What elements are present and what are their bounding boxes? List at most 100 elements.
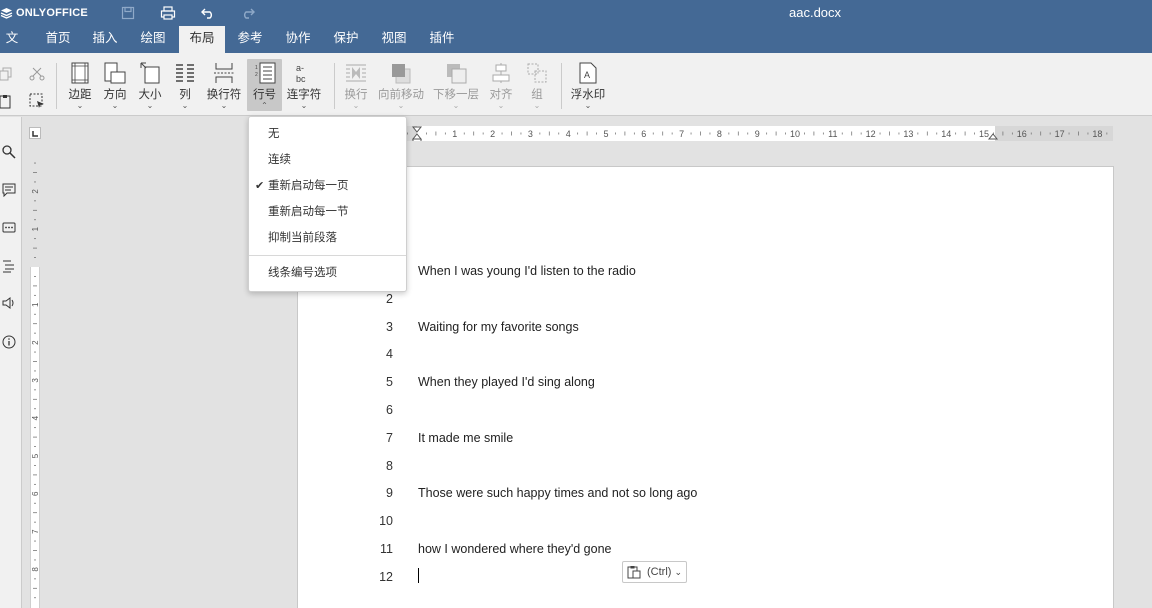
select-icon — [29, 93, 44, 108]
tab-file[interactable]: 文件 — [0, 26, 24, 70]
ruler-tick-label: 7 — [679, 129, 684, 139]
chevron-down-icon: ⌄ — [352, 101, 360, 110]
breaks-button[interactable]: 换行符 ⌄ — [205, 61, 243, 111]
chevron-down-icon: ⌄ — [76, 101, 84, 110]
columns-icon — [176, 64, 194, 82]
hyphenation-icon: a-bc — [296, 63, 306, 84]
ruler-tick-label: 4 — [566, 129, 571, 139]
paste-special-button[interactable]: (Ctrl) ⌄ — [622, 561, 687, 583]
send-backward-button[interactable]: 下移一层 ⌄ — [432, 61, 480, 111]
tab-layout[interactable]: 布局 — [179, 26, 225, 53]
chat-icon — [2, 222, 16, 233]
line-number: 5 — [386, 375, 393, 389]
document-line[interactable]: When they played I'd sing along — [418, 375, 595, 389]
document-line[interactable]: When I was young I'd listen to the radio — [418, 264, 636, 278]
chevron-down-icon: ⌄ — [146, 101, 154, 110]
text-cursor — [418, 568, 419, 583]
vertical-ruler-ticks: 2 1 1 2 3 4 5 6 7 8 — [31, 162, 40, 599]
svg-text:1: 1 — [255, 65, 258, 71]
tab-collaboration[interactable]: 协作 — [282, 26, 314, 53]
hyphenation-button[interactable]: a-bc 连字符 ⌄ — [286, 61, 322, 111]
cut-button[interactable] — [27, 65, 47, 83]
menu-item-restart-each-page[interactable]: ✔ 重新启动每一页 — [249, 175, 406, 197]
search-button[interactable] — [0, 143, 18, 161]
menu-item-label: 重新启动每一节 — [268, 206, 349, 218]
tab-view[interactable]: 视图 — [378, 26, 410, 53]
tab-plugins[interactable]: 插件 — [426, 26, 458, 53]
chevron-down-icon: ⌄ — [584, 101, 592, 110]
bring-forward-label: 向前移动 — [378, 89, 424, 101]
ruler-tick-label: 13 — [903, 129, 913, 139]
paste-button[interactable] — [0, 92, 16, 110]
align-label: 对齐 — [489, 89, 513, 101]
tab-insert[interactable]: 插入 — [89, 26, 121, 53]
menu-item-line-numbering-options[interactable]: 线条编号选项 — [249, 262, 406, 284]
menu-item-restart-each-section[interactable]: 重新启动每一节 — [249, 201, 406, 223]
size-button[interactable]: 大小 ⌄ — [136, 61, 164, 111]
ruler-tick-label: 2 — [31, 189, 40, 194]
watermark-button[interactable]: A 浮水印 ⌄ — [570, 61, 606, 111]
document-line[interactable]: Waiting for my favorite songs — [418, 320, 579, 334]
orientation-label: 方向 — [103, 89, 127, 101]
wrap-button[interactable]: 换行 ⌄ — [342, 61, 370, 111]
navigation-button[interactable] — [0, 257, 18, 275]
line-numbers-button[interactable]: 12 行号 ⌃ — [247, 59, 282, 111]
bring-forward-button[interactable]: 向前移动 ⌄ — [377, 61, 425, 111]
ruler-tick-label: 12 — [866, 129, 876, 139]
ruler-tick-label: 1 — [31, 302, 40, 307]
document-line[interactable]: It made me smile — [418, 431, 513, 445]
chat-button[interactable] — [0, 219, 18, 237]
menu-item-label: 无 — [268, 128, 280, 140]
about-button[interactable] — [0, 333, 18, 351]
orientation-button[interactable]: 方向 ⌄ — [101, 61, 129, 111]
document-page[interactable]: When I was young I'd listen to the radio… — [297, 166, 1114, 608]
ruler-tick-label: 4 — [31, 415, 40, 420]
chevron-down-icon: ⌄ — [300, 101, 308, 110]
tab-draw[interactable]: 绘图 — [137, 26, 169, 53]
group-button[interactable]: 组 ⌄ — [523, 61, 551, 111]
document-line[interactable]: how I wondered where they'd gone — [418, 542, 612, 556]
left-indent-marker[interactable] — [411, 133, 423, 140]
right-indent-marker[interactable] — [987, 133, 999, 140]
send-backward-icon — [447, 64, 467, 84]
ruler-tick-label: 5 — [603, 129, 608, 139]
toolbar-separator — [334, 63, 335, 109]
left-side-panel — [0, 117, 22, 608]
margins-label: 边距 — [68, 89, 92, 101]
tab-home[interactable]: 首页 — [42, 26, 74, 53]
hyphenation-label: 连字符 — [286, 89, 322, 101]
document-line[interactable]: Those were such happy times and not so l… — [418, 486, 697, 500]
wrap-text-icon — [346, 64, 366, 82]
chevron-down-icon: ⌄ — [397, 101, 405, 110]
paste-icon — [627, 566, 641, 579]
tab-references[interactable]: 参考 — [234, 26, 266, 53]
line-numbers-label: 行号 — [253, 89, 276, 101]
page-size-icon — [140, 62, 160, 84]
comments-button[interactable] — [0, 181, 18, 199]
search-icon — [2, 145, 16, 159]
line-number: 11 — [380, 542, 393, 556]
menu-separator — [249, 255, 406, 256]
margins-button[interactable]: 边距 ⌄ — [66, 61, 94, 111]
line-number: 6 — [386, 403, 393, 417]
menu-item-continuous[interactable]: 连续 — [249, 149, 406, 171]
tab-protection[interactable]: 保护 — [330, 26, 362, 53]
feedback-button[interactable] — [0, 294, 18, 312]
copy-button[interactable] — [0, 65, 16, 83]
columns-button[interactable]: 列 ⌄ — [172, 61, 198, 111]
ruler-tick-label: 18 — [1092, 129, 1102, 139]
ruler-tick-label: 3 — [31, 378, 40, 383]
ruler-tick-label: 17 — [1055, 129, 1065, 139]
send-backward-label: 下移一层 — [433, 89, 479, 101]
first-line-indent-marker[interactable] — [411, 126, 423, 133]
ruler-tick-label: 10 — [790, 129, 800, 139]
ruler-tick-label: 2 — [490, 129, 495, 139]
align-button[interactable]: 对齐 ⌄ — [487, 61, 515, 111]
line-number: 9 — [386, 486, 393, 500]
ruler-tick-label: 8 — [31, 567, 40, 572]
menu-item-suppress-paragraph[interactable]: 抑制当前段落 — [249, 227, 406, 249]
select-all-button[interactable] — [27, 92, 47, 110]
size-label: 大小 — [138, 89, 162, 101]
hanging-indent-marker[interactable] — [412, 138, 422, 141]
menu-item-none[interactable]: 无 — [249, 123, 406, 145]
